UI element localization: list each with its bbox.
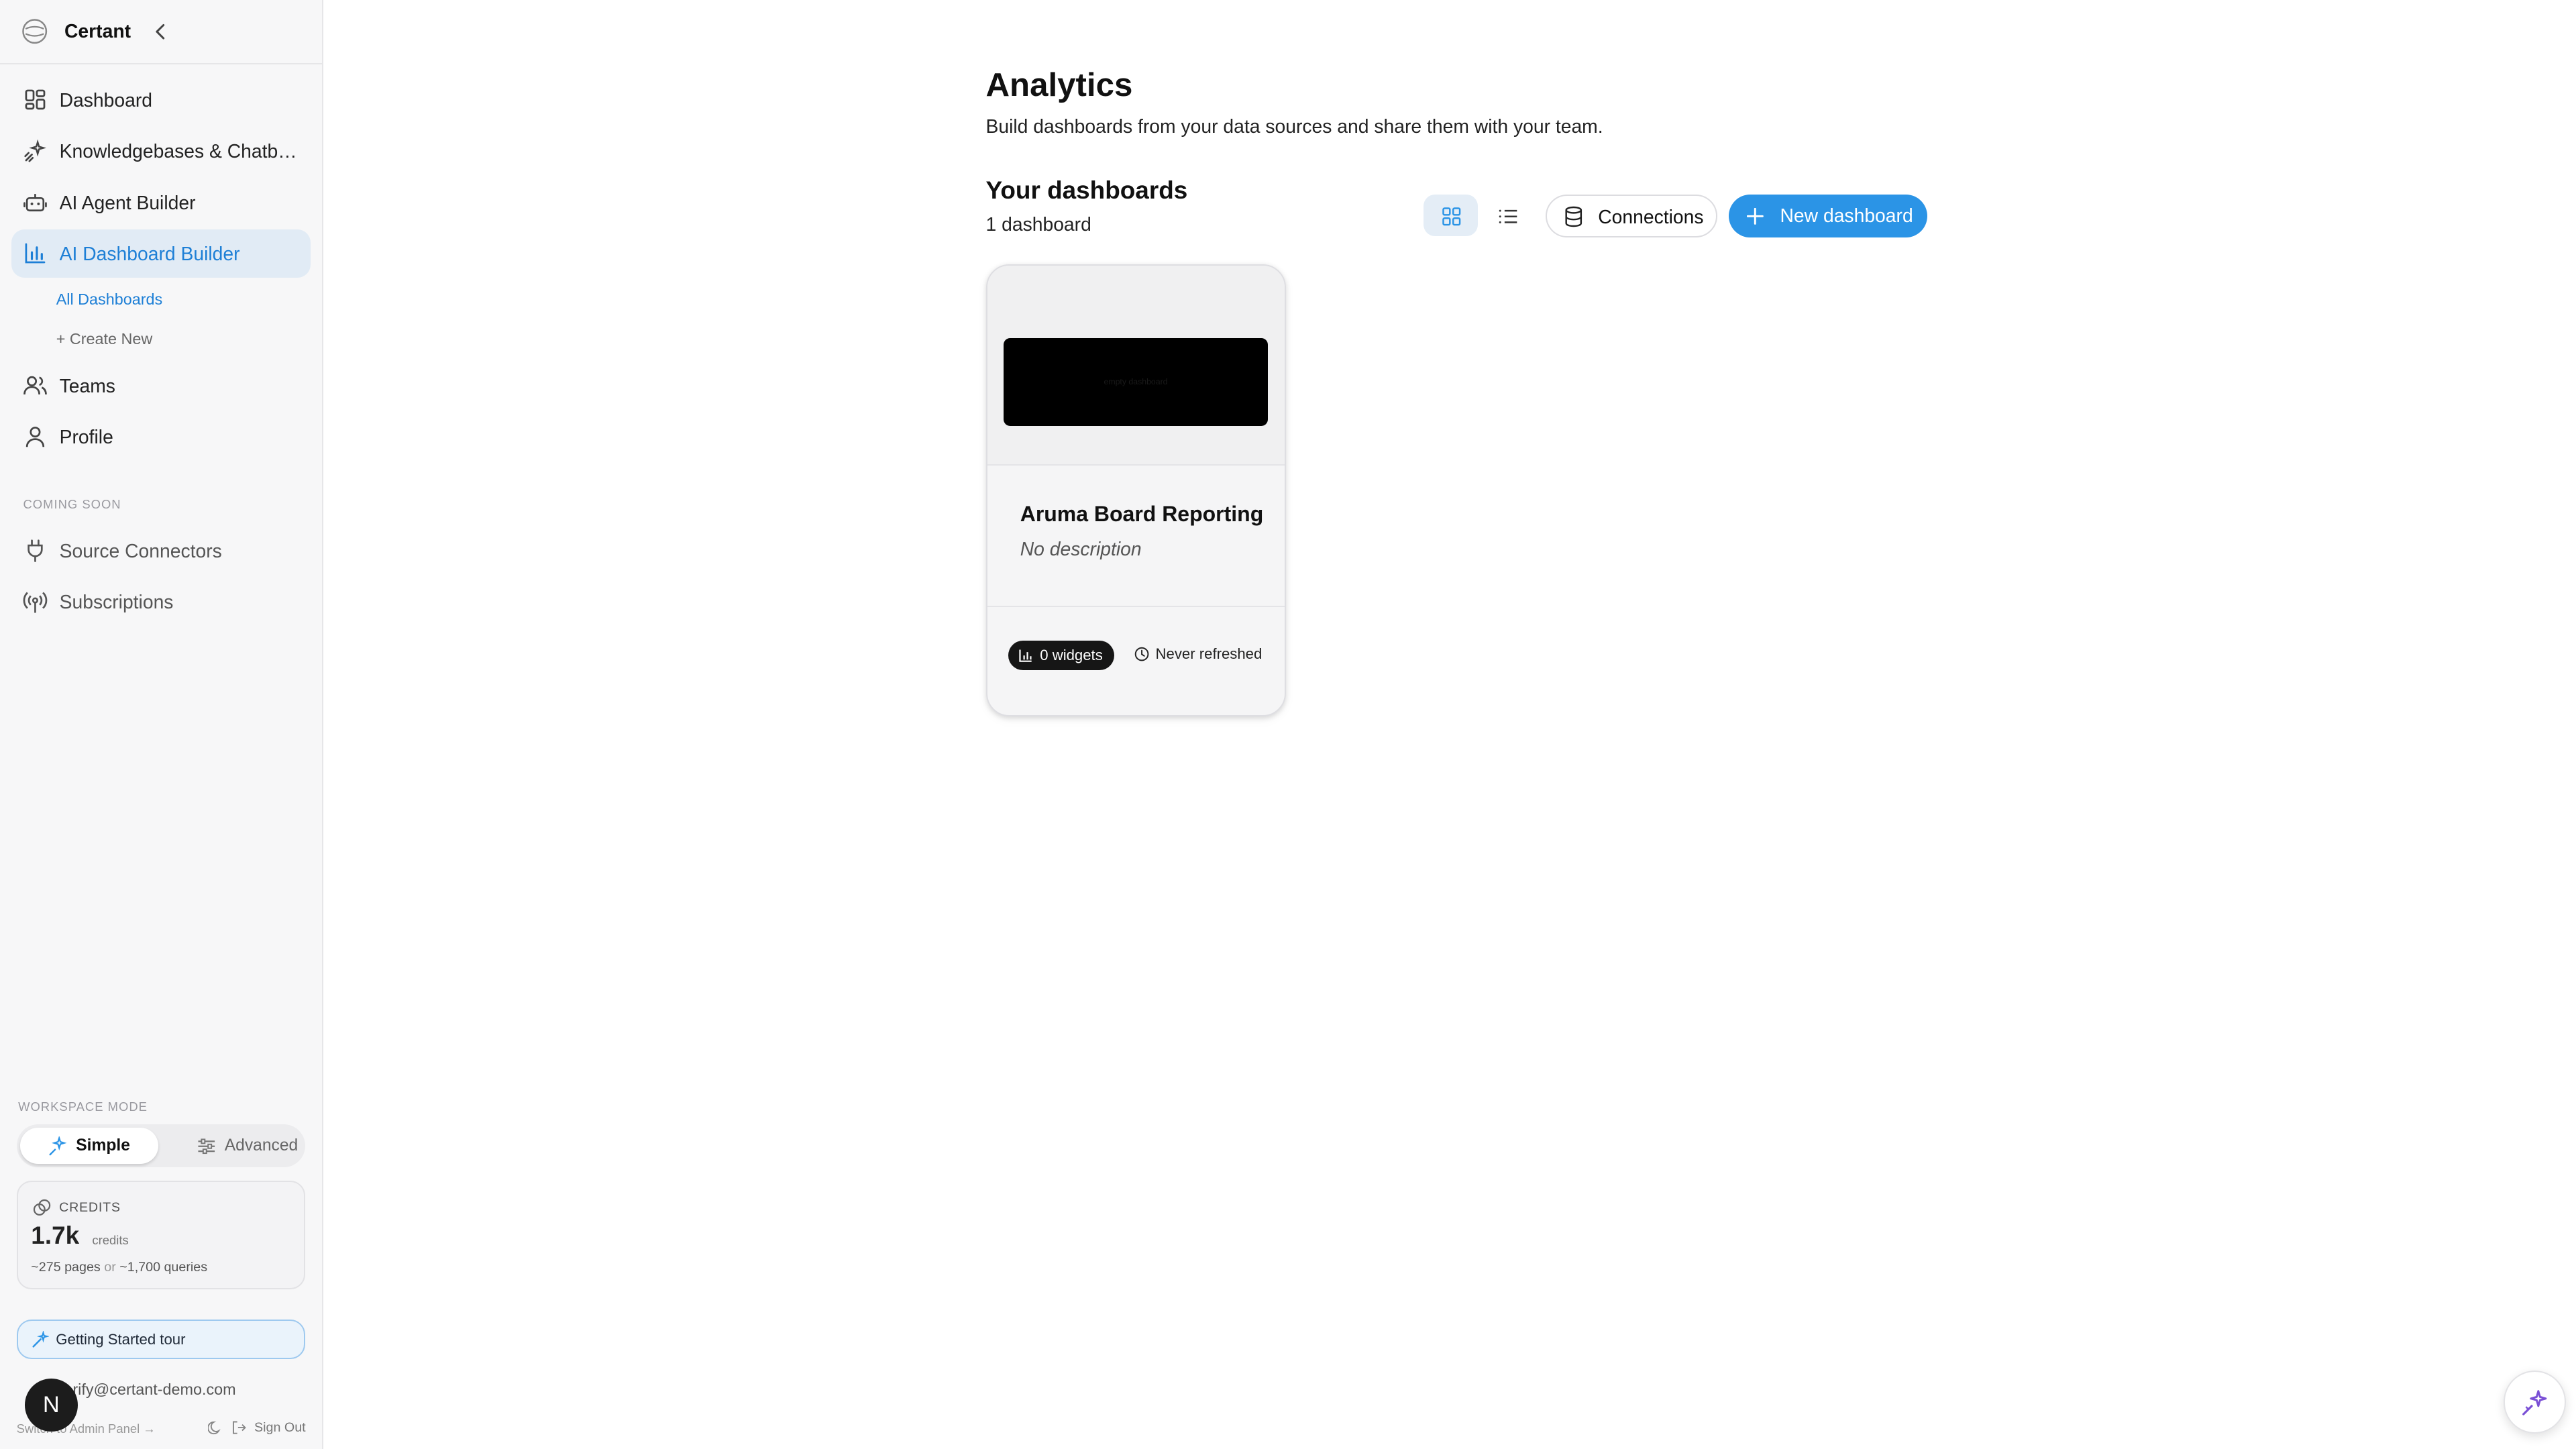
plug-icon: [28, 539, 44, 563]
sidebar-item-label: Dashboard: [59, 89, 153, 111]
dashboard-count: 1 dashboard: [985, 213, 1091, 235]
sidebar-item-label: Subscriptions: [59, 591, 174, 613]
sparkle-wand-icon: [2522, 1389, 2547, 1415]
card-divider: [987, 605, 1285, 608]
workspace-mode-label: WORKSPACE MODE: [18, 1099, 148, 1114]
certant-logo-icon: [22, 19, 48, 44]
widgets-badge: 0 widgets: [1008, 640, 1114, 670]
subnav-all-dashboards[interactable]: All Dashboards: [56, 290, 163, 309]
sidebar-item-label: Teams: [59, 374, 115, 396]
logout-icon: [232, 1421, 246, 1434]
dashboard-grid-icon: [25, 90, 46, 110]
refresh-status: Never refreshed: [1134, 645, 1263, 663]
sidebar-item-source-connectors[interactable]: Source Connectors: [11, 527, 311, 574]
sidebar: Certant Dashboard Knowledgebases & Chatb…: [0, 0, 324, 1449]
sidebar-item-label: Source Connectors: [59, 539, 222, 561]
sidebar-item-label: Profile: [59, 426, 113, 448]
connections-label: Connections: [1598, 206, 1704, 228]
view-mode-toggle: [1423, 195, 1534, 236]
widgets-count: 0 widgets: [1040, 646, 1103, 663]
credits-estimate: ~275 pages or ~1,700 queries: [31, 1260, 207, 1275]
card-preview-area: empty dashboard: [987, 265, 1285, 466]
sign-out-label: Sign Out: [254, 1419, 306, 1435]
user-icon: [26, 426, 45, 447]
section-title: Your dashboards: [985, 176, 1188, 205]
dashboard-card[interactable]: empty dashboard Aruma Board Reporting No…: [985, 264, 1287, 717]
tour-label: Getting Started tour: [56, 1330, 186, 1348]
credits-unit: credits: [92, 1233, 129, 1248]
clock-icon: [1134, 647, 1148, 661]
credits-label: CREDITS: [59, 1200, 121, 1216]
new-dashboard-label: New dashboard: [1780, 205, 1913, 227]
sidebar-item-label: AI Agent Builder: [59, 191, 196, 213]
brand-name: Certant: [64, 19, 131, 42]
sparkle-network-icon: [24, 139, 47, 162]
credits-pages: ~275 pages: [31, 1259, 101, 1275]
magic-wand-icon: [32, 1330, 50, 1348]
dashboard-title: Aruma Board Reporting: [1020, 501, 1264, 526]
credits-or: or: [104, 1259, 116, 1275]
list-view-button[interactable]: [1480, 195, 1534, 236]
sign-out-button[interactable]: Sign Out: [208, 1419, 306, 1436]
page-title: Analytics: [985, 66, 1133, 104]
sidebar-item-profile[interactable]: Profile: [11, 413, 311, 460]
sliders-icon: [198, 1138, 215, 1154]
brand-header: Certant: [0, 0, 322, 64]
collapse-sidebar-icon[interactable]: [150, 20, 170, 43]
getting-started-tour-button[interactable]: Getting Started tour: [16, 1319, 306, 1359]
subnav-create-new[interactable]: + Create New: [56, 330, 153, 348]
sidebar-item-knowledgebases[interactable]: Knowledgebases & Chatbots: [11, 127, 311, 175]
grid-view-button[interactable]: [1423, 195, 1479, 236]
credits-queries: ~1,700 queries: [119, 1259, 208, 1275]
credits-value: 1.7k: [31, 1222, 80, 1250]
bar-chart-icon: [25, 243, 46, 264]
sidebar-item-label: AI Dashboard Builder: [59, 242, 240, 264]
page-subtitle: Build dashboards from your data sources …: [985, 115, 1603, 138]
mode-simple-button[interactable]: Simple: [19, 1128, 159, 1165]
workspace-mode-toggle: Simple Advanced: [16, 1124, 306, 1168]
sidebar-item-dashboard[interactable]: Dashboard: [11, 76, 311, 123]
grid-icon: [1442, 207, 1461, 225]
bar-chart-icon: [1019, 649, 1032, 662]
database-icon: [1565, 206, 1582, 227]
mode-advanced-button[interactable]: Advanced: [175, 1128, 304, 1164]
refresh-label: Never refreshed: [1155, 645, 1263, 662]
users-icon: [23, 376, 48, 395]
list-icon: [1499, 209, 1517, 223]
moon-icon[interactable]: [208, 1420, 223, 1435]
sparkle-icon: [49, 1136, 67, 1155]
ai-assistant-button[interactable]: [2503, 1371, 2567, 1434]
coming-soon-label: COMING SOON: [23, 496, 121, 511]
sidebar-item-agent-builder[interactable]: AI Agent Builder: [11, 178, 311, 226]
sidebar-item-teams[interactable]: Teams: [11, 362, 311, 409]
preview-text: empty dashboard: [1104, 377, 1168, 387]
sidebar-item-subscriptions[interactable]: Subscriptions: [11, 578, 311, 626]
sidebar-item-dashboard-builder[interactable]: AI Dashboard Builder: [11, 229, 311, 278]
broadcast-icon: [23, 592, 48, 613]
bot-icon: [23, 194, 48, 212]
avatar[interactable]: N: [24, 1379, 78, 1432]
mode-advanced-label: Advanced: [224, 1136, 299, 1155]
user-email: verify@certant-demo.com: [56, 1380, 236, 1398]
credits-panel: CREDITS 1.7k credits ~275 pages or ~1,70…: [16, 1180, 306, 1290]
new-dashboard-button[interactable]: New dashboard: [1729, 195, 1927, 238]
connections-button[interactable]: Connections: [1545, 195, 1717, 238]
dashboard-preview-thumbnail: empty dashboard: [1004, 338, 1268, 426]
coins-icon: [33, 1199, 50, 1216]
dashboard-description: No description: [1020, 537, 1142, 559]
sidebar-item-label: Knowledgebases & Chatbots: [59, 140, 301, 162]
mode-simple-label: Simple: [76, 1136, 130, 1155]
plus-icon: [1747, 208, 1764, 225]
